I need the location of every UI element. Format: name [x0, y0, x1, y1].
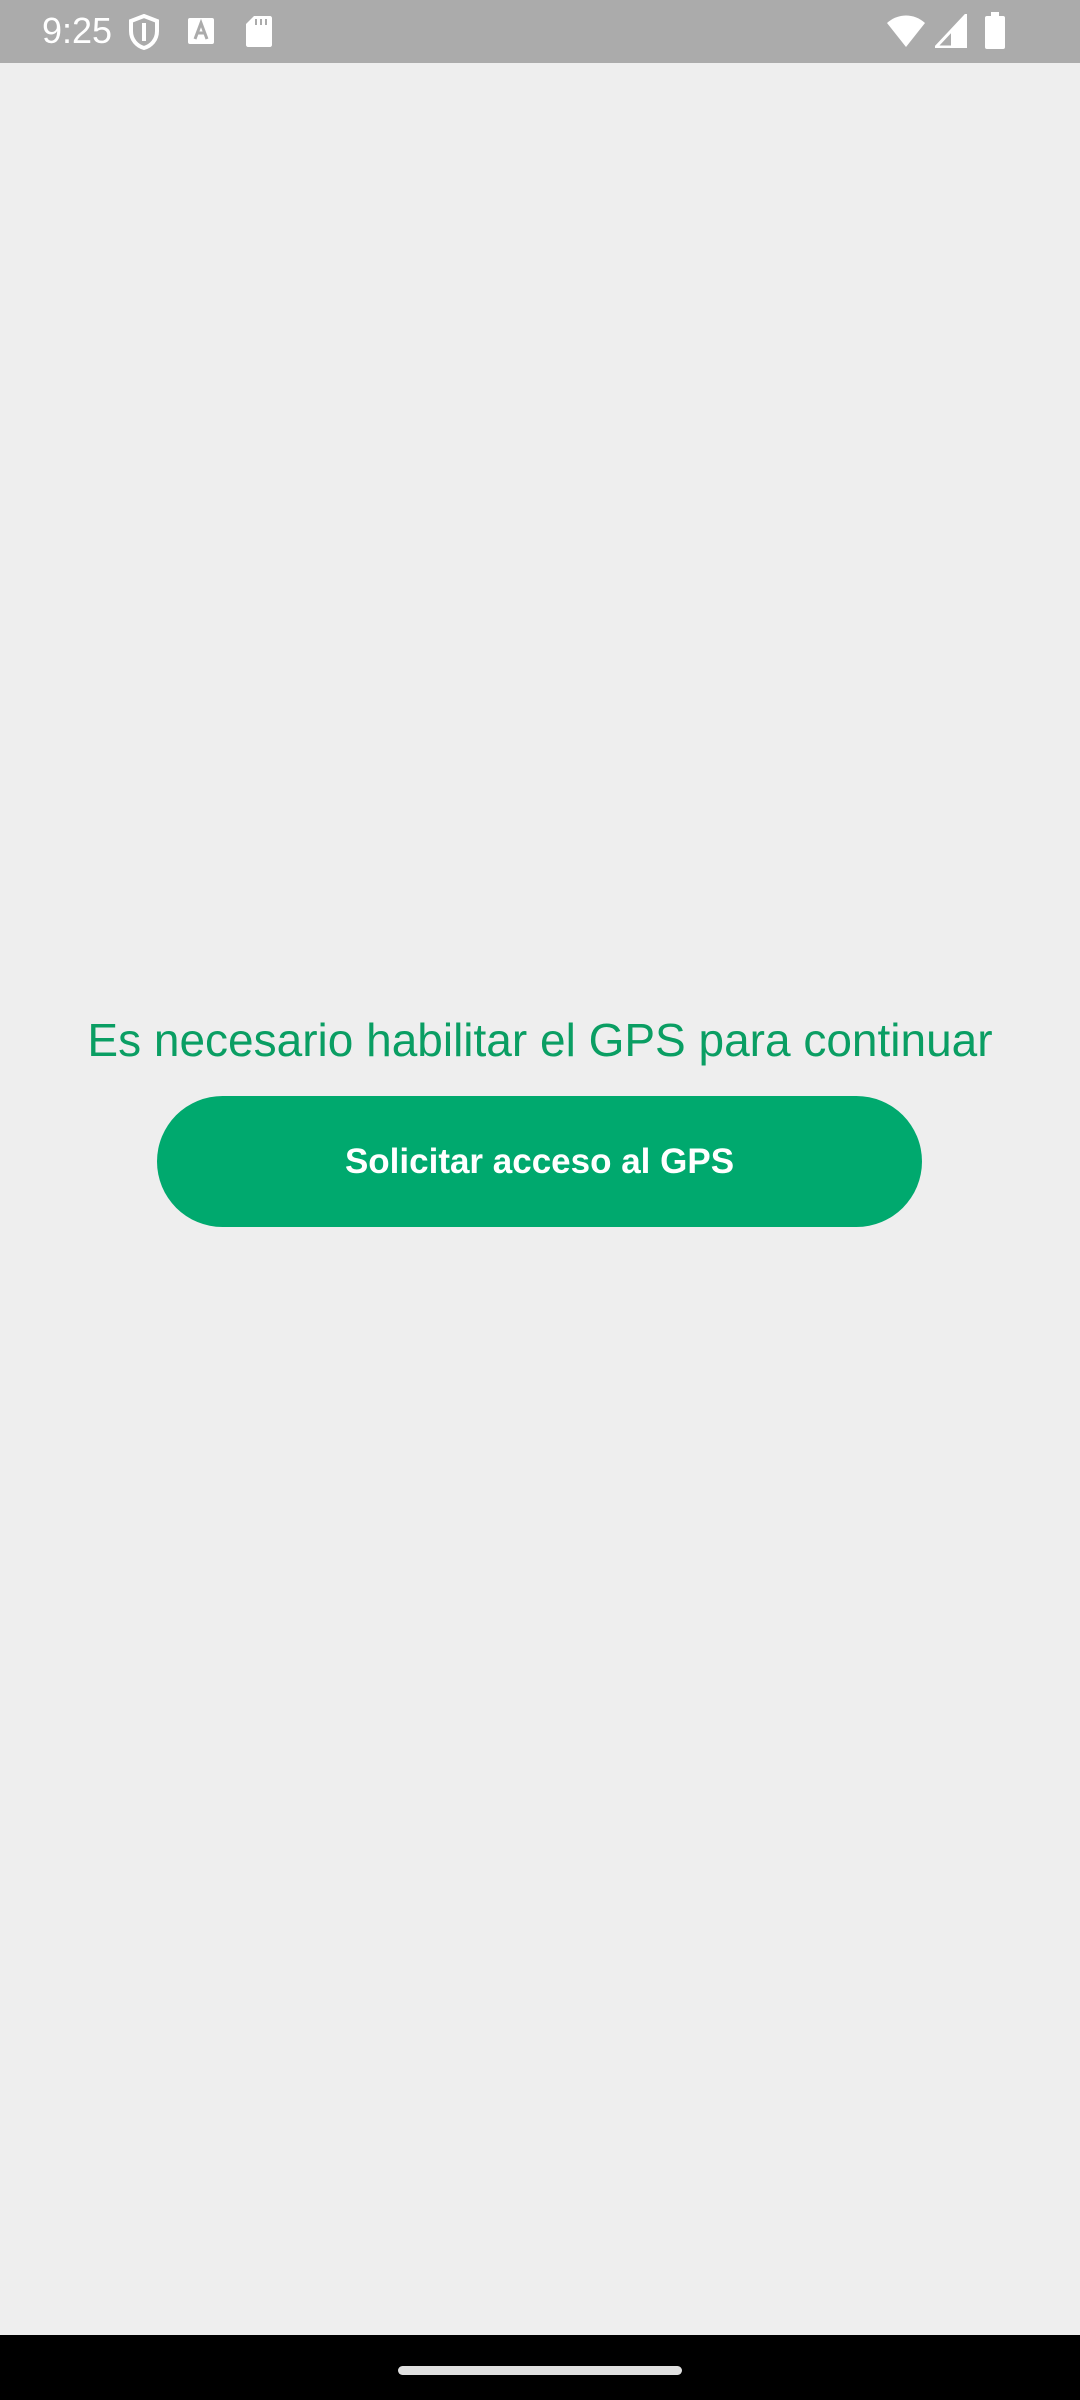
status-bar: 9:25 — [0, 0, 1080, 63]
request-gps-access-button[interactable]: Solicitar acceso al GPS — [157, 1096, 922, 1227]
screen: 9:25 Es necesario habilitar el GPS para … — [0, 0, 1080, 2400]
home-gesture-handle[interactable] — [398, 2366, 682, 2375]
text-a-icon — [188, 18, 214, 44]
gps-required-message: Es necesario habilitar el GPS para conti… — [87, 1014, 993, 1066]
sd-card-icon — [246, 16, 272, 47]
battery-icon — [985, 12, 1005, 49]
shield-icon — [129, 14, 159, 50]
status-time: 9:25 — [42, 10, 113, 51]
wifi-icon — [887, 15, 925, 47]
navigation-bar — [0, 2335, 1080, 2400]
signal-icon — [935, 14, 967, 48]
